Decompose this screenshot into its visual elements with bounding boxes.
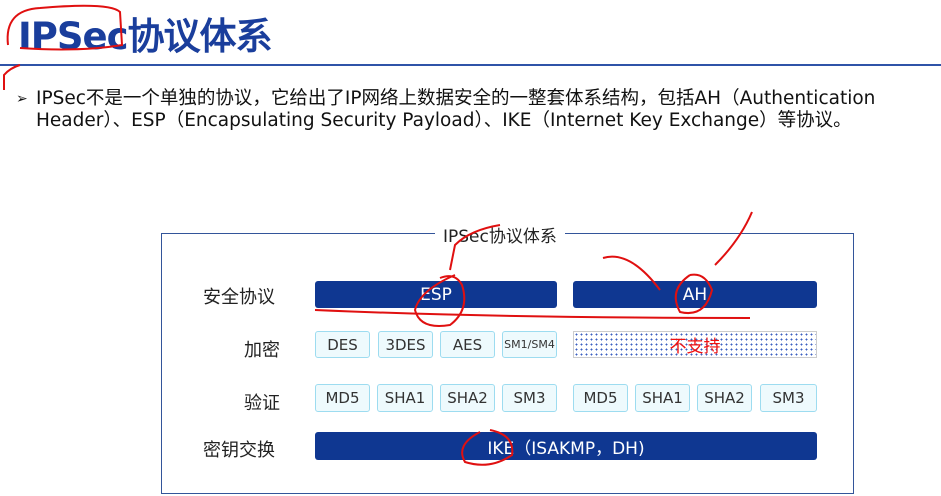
esp-auth-cell: MD5 — [315, 384, 370, 412]
ah-enc-unsupported: 不支持 — [573, 331, 817, 358]
ah-auth-cell: MD5 — [573, 384, 628, 412]
esp-auth-cell: SM3 — [502, 384, 557, 412]
ah-auth-cell: SHA2 — [697, 384, 752, 412]
ah-bar: AH — [573, 281, 817, 308]
ah-auth-cell: SHA1 — [635, 384, 690, 412]
arrow-bullet-icon: ➢ — [16, 91, 28, 107]
row-label-keyx: 密钥交换 — [203, 440, 275, 461]
title-divider — [0, 64, 941, 66]
bullet-text: IPSec不是一个单独的协议，它给出了IP网络上数据安全的一整套体系结构，包括A… — [36, 88, 876, 131]
row-label-encryption: 加密 — [244, 340, 280, 361]
bullet-point: ➢ IPSec不是一个单独的协议，它给出了IP网络上数据安全的一整套体系结构，包… — [16, 88, 936, 132]
diagram-legend: IPSec协议体系 — [435, 222, 565, 247]
page-title: IPSec协议体系 — [18, 15, 273, 58]
ah-auth-cell: SM3 — [760, 384, 817, 412]
esp-enc-cell: AES — [440, 331, 495, 358]
esp-auth-cell: SHA1 — [377, 384, 433, 412]
esp-enc-cell: DES — [315, 331, 370, 358]
esp-bar: ESP — [315, 281, 557, 308]
esp-enc-cell: 3DES — [378, 331, 433, 358]
row-label-auth: 验证 — [244, 393, 280, 414]
esp-auth-cell: SHA2 — [440, 384, 495, 412]
ike-bar: IKE（ISAKMP，DH) — [315, 432, 817, 460]
row-label-security: 安全协议 — [203, 287, 275, 308]
esp-enc-cell: SM1/SM4 — [502, 331, 557, 358]
